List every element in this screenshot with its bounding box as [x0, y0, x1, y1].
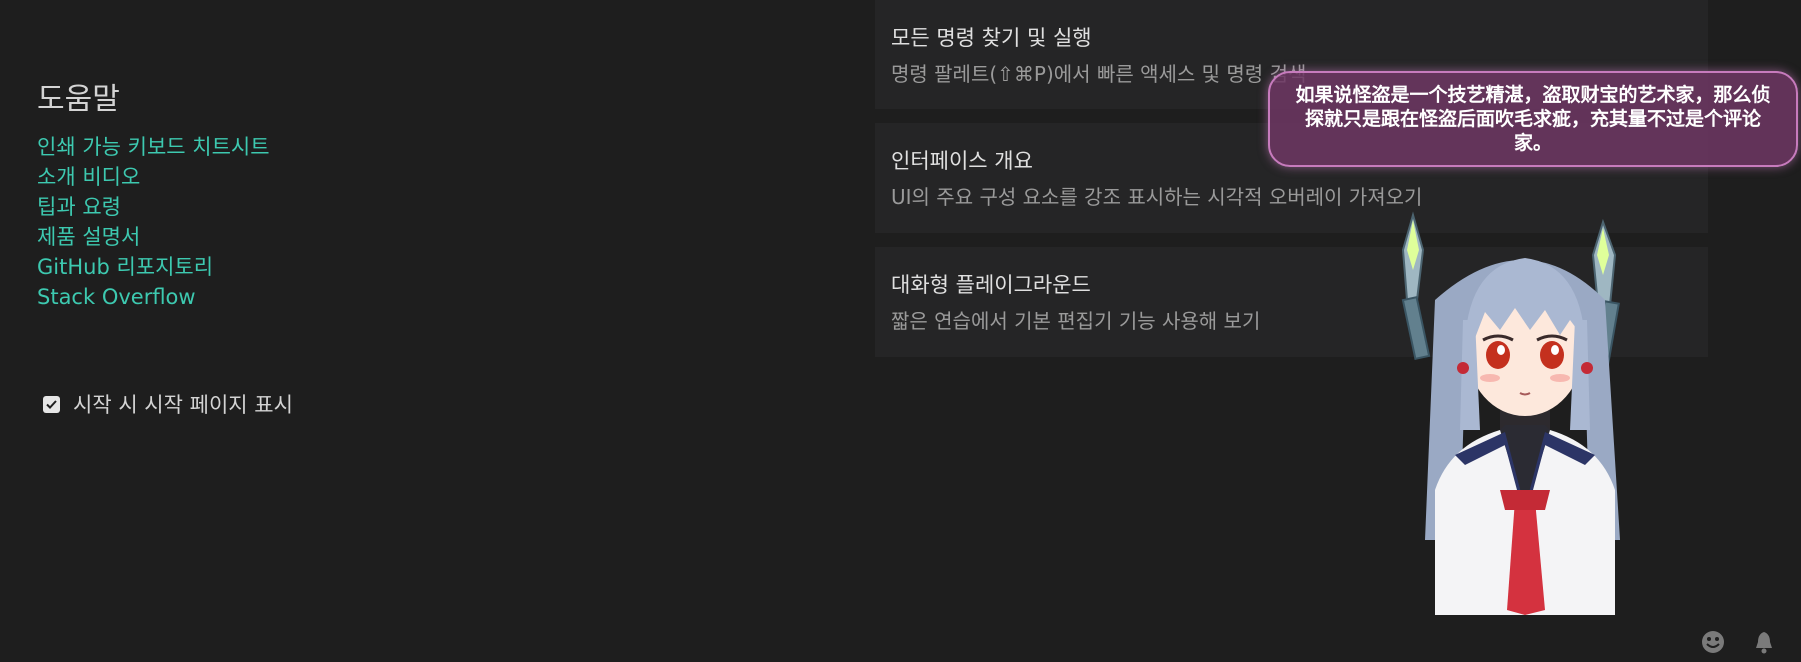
- link-tips-and-tricks[interactable]: 팁과 요령: [37, 192, 270, 222]
- smiley-icon[interactable]: [1701, 630, 1725, 654]
- speech-bubble: 如果说怪盗是一个技艺精湛，盗取财宝的艺术家，那么侦探就只是跟在怪盗后面吹毛求疵，…: [1268, 71, 1798, 167]
- link-github-repo[interactable]: GitHub 리포지토리: [37, 252, 270, 282]
- card-desc: UI의 주요 구성 요소를 강조 표시하는 시각적 오버레이 가져오기: [891, 185, 1423, 209]
- link-stack-overflow[interactable]: Stack Overflow: [37, 282, 270, 312]
- help-section: 도움말 인쇄 가능 키보드 치트시트 소개 비디오 팁과 요령 제품 설명서 G…: [37, 74, 270, 312]
- link-keyboard-cheatsheet[interactable]: 인쇄 가능 키보드 치트시트: [37, 132, 270, 162]
- bell-icon[interactable]: [1752, 630, 1776, 654]
- check-icon: [46, 399, 57, 409]
- help-links: 인쇄 가능 키보드 치트시트 소개 비디오 팁과 요령 제품 설명서 GitHu…: [37, 132, 270, 312]
- help-title: 도움말: [37, 82, 120, 117]
- startup-label: 시작 시 시작 페이지 표시: [73, 393, 293, 417]
- link-intro-videos[interactable]: 소개 비디오: [37, 162, 270, 192]
- show-welcome-on-startup: 시작 시 시작 페이지 표시: [43, 389, 293, 419]
- card-title: 모든 명령 찾기 및 실행: [891, 26, 1092, 50]
- anime-character-image: [1401, 211, 1620, 615]
- antenna-left: [1401, 211, 1431, 360]
- link-product-docs[interactable]: 제품 설명서: [37, 222, 270, 252]
- startup-checkbox[interactable]: [43, 395, 60, 413]
